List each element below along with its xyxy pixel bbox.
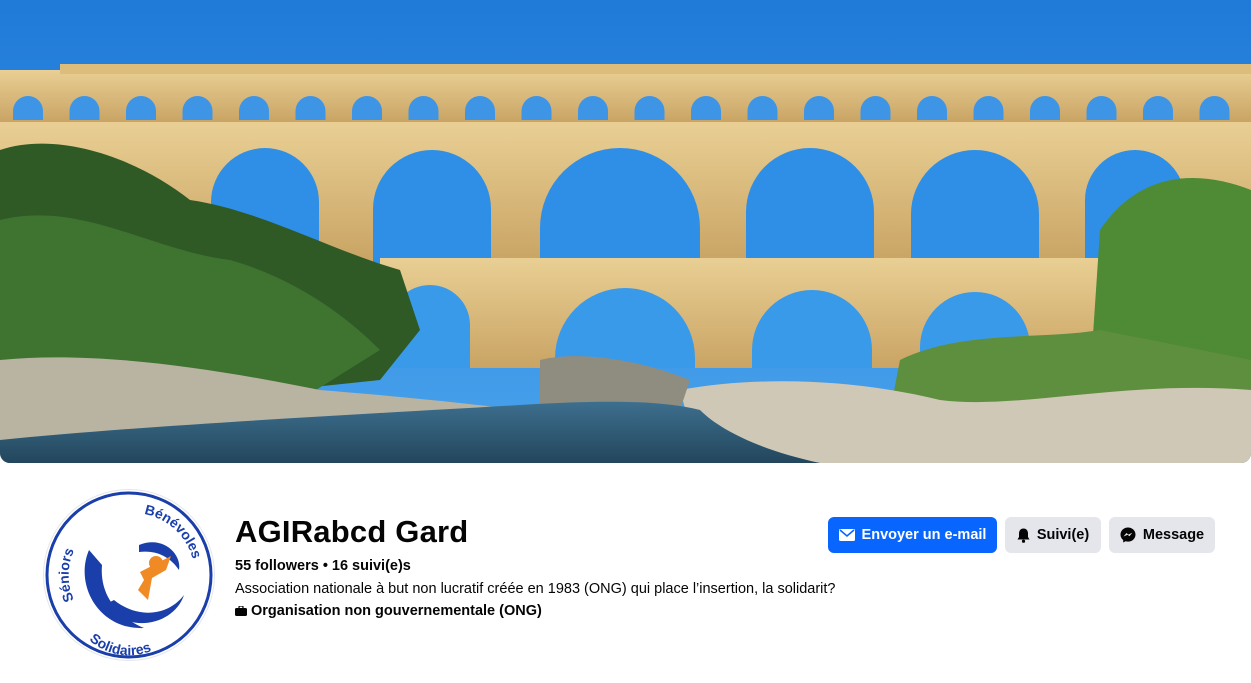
cover-photo[interactable]: [0, 0, 1251, 463]
aqueduct-landscape-image: [0, 0, 1251, 463]
page-title: AGIRabcd Gard: [235, 514, 469, 549]
category-label[interactable]: Organisation non gouvernementale (ONG): [251, 603, 542, 619]
envelope-icon: [838, 529, 855, 541]
follower-stats: 55 followers • 16 suivi(e)s: [235, 558, 411, 574]
stats-separator: •: [322, 558, 328, 574]
association-logo: Séniors Bénévoles Solidaires: [45, 491, 213, 659]
page-description: Association nationale à but non lucratif…: [235, 581, 836, 597]
page-avatar[interactable]: Séniors Bénévoles Solidaires: [44, 490, 214, 660]
send-email-button[interactable]: Envoyer un e-mail: [828, 517, 997, 553]
page-category: Organisation non gouvernementale (ONG): [235, 603, 542, 619]
following-label: Suivi(e): [1036, 527, 1090, 543]
send-email-label: Envoyer un e-mail: [861, 527, 987, 543]
briefcase-icon: [235, 606, 247, 616]
message-button[interactable]: Message: [1109, 517, 1215, 553]
following-count[interactable]: 16 suivi(e)s: [332, 558, 411, 574]
following-button[interactable]: Suivi(e): [1005, 517, 1101, 553]
followers-count[interactable]: 55 followers: [235, 558, 319, 574]
messenger-icon: [1120, 527, 1136, 543]
bell-icon: [1017, 528, 1030, 543]
message-label: Message: [1142, 527, 1205, 543]
